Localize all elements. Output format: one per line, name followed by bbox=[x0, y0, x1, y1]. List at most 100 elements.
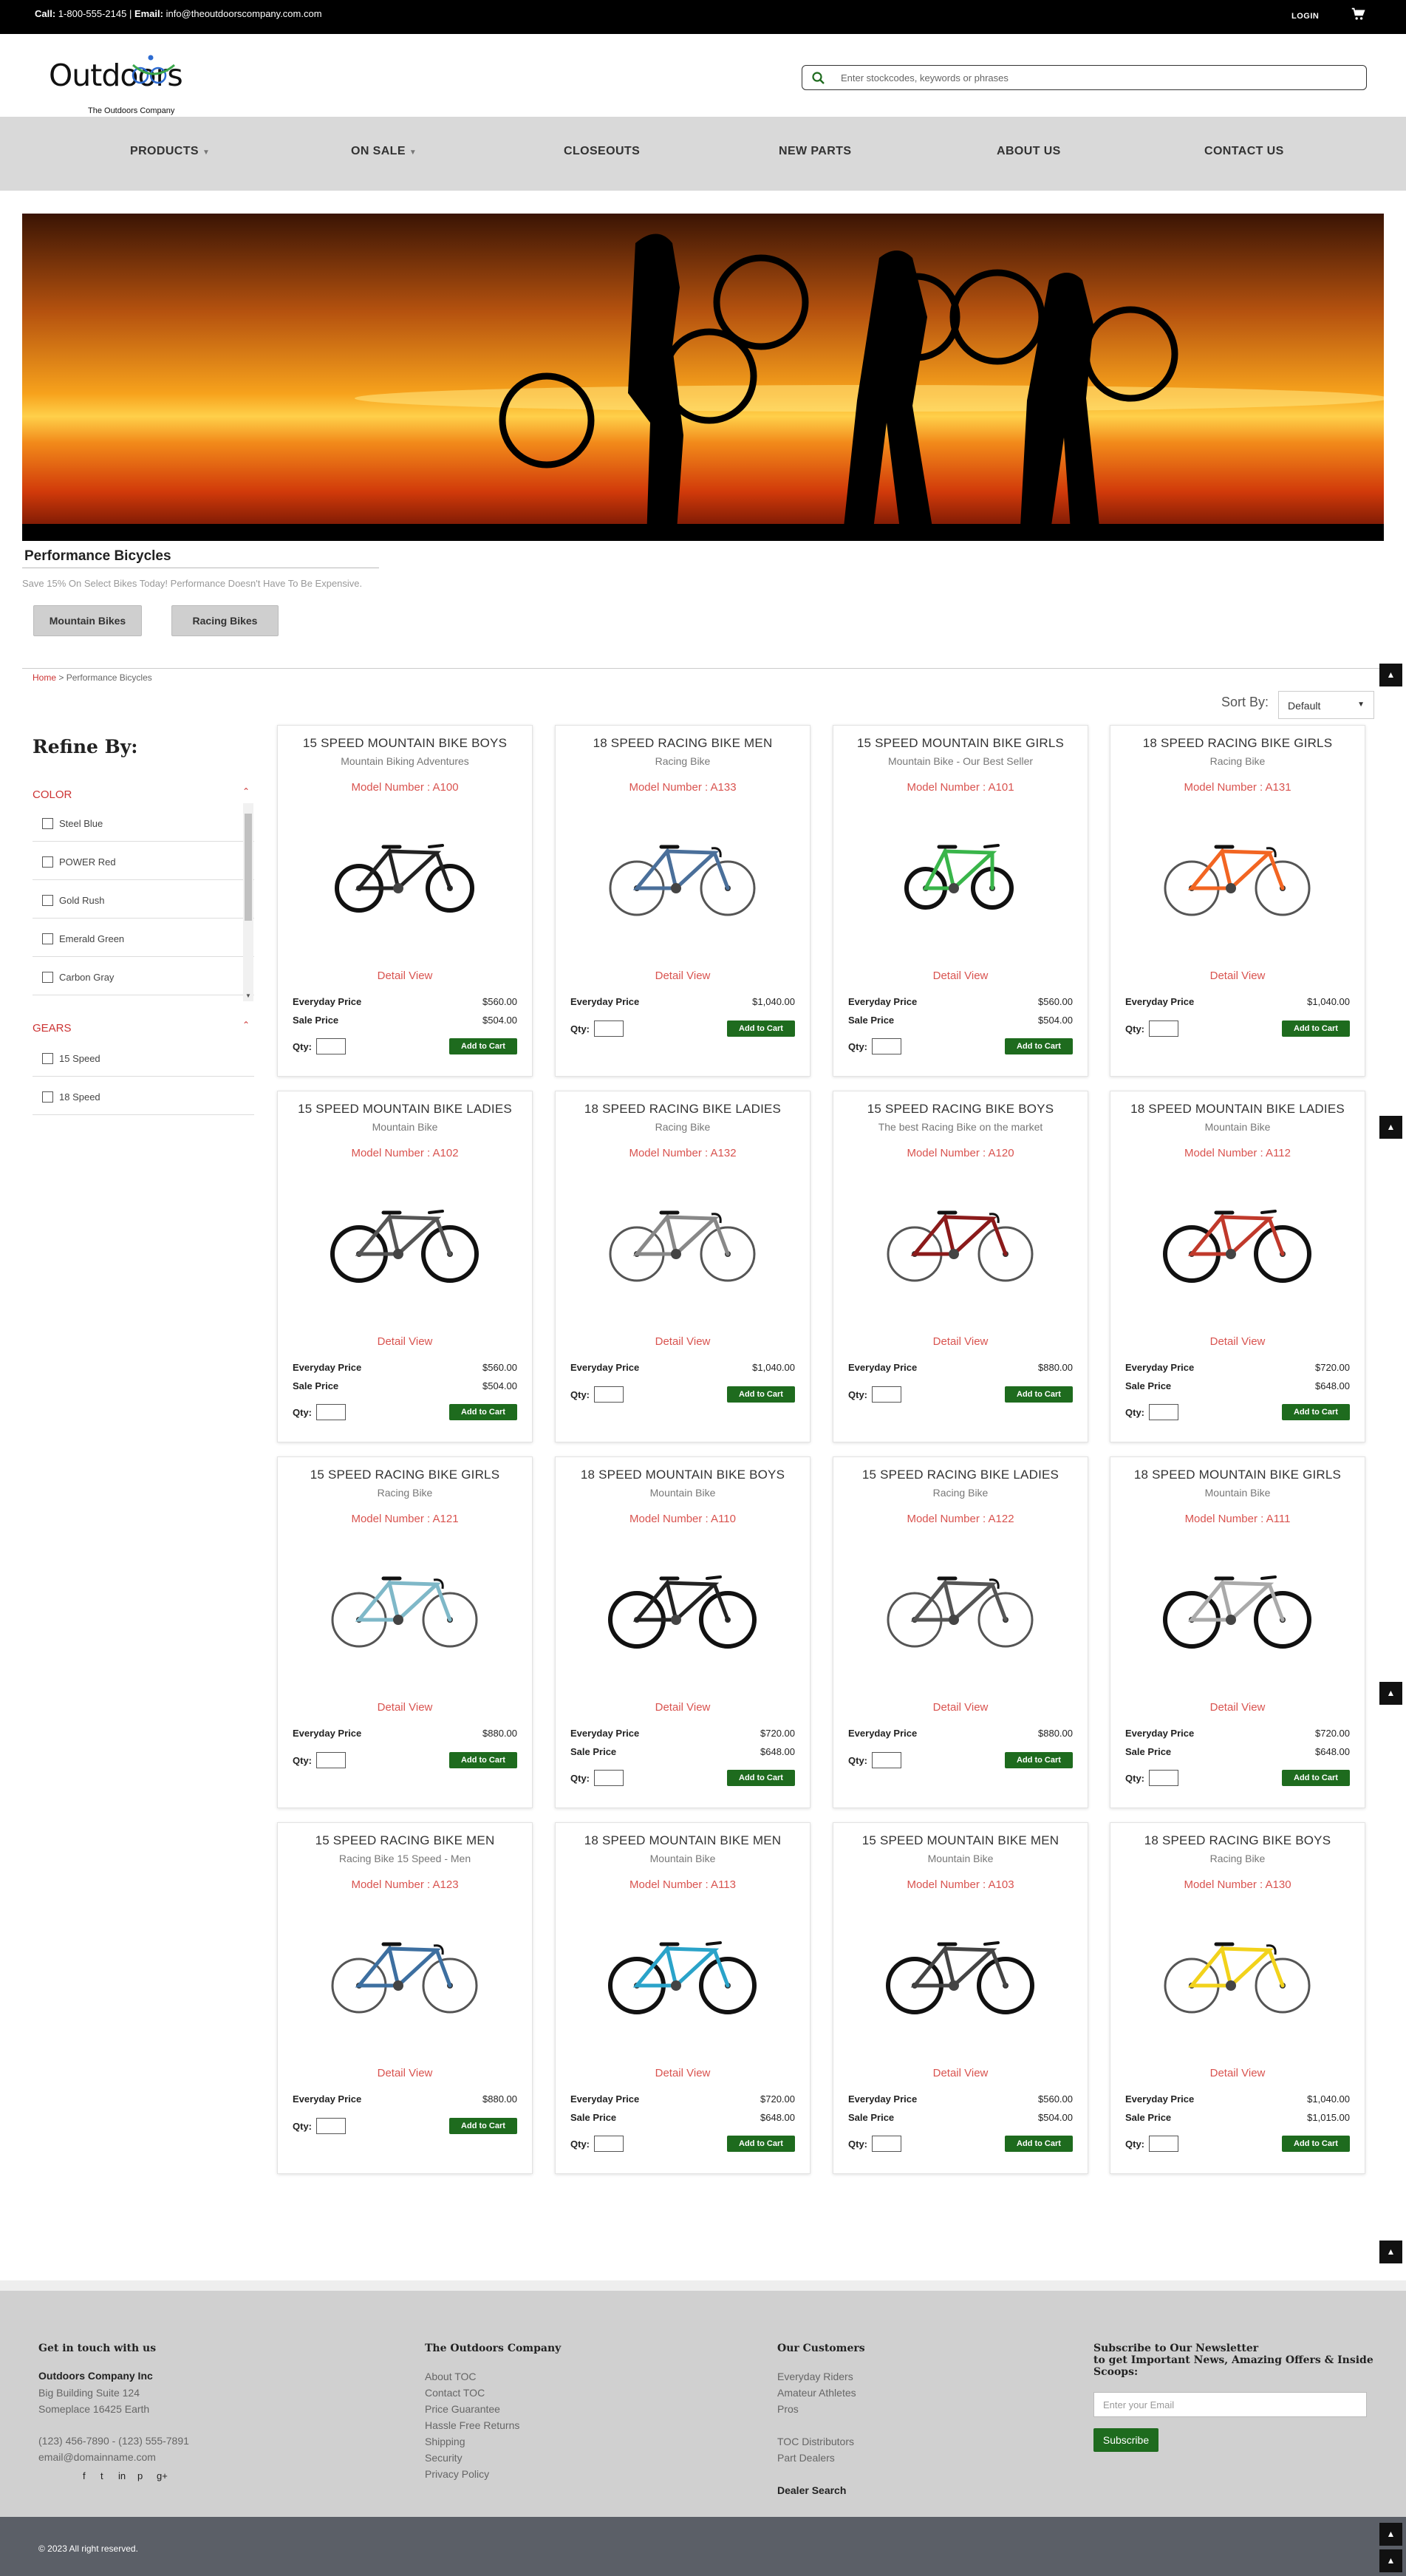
checkbox[interactable] bbox=[42, 1091, 53, 1103]
product-image[interactable] bbox=[604, 1919, 763, 2023]
filter-option[interactable]: 15 Speed bbox=[33, 1038, 254, 1077]
qty-input[interactable] bbox=[1149, 1020, 1178, 1037]
detail-view-link[interactable]: Detail View bbox=[833, 1701, 1088, 1714]
footer-link[interactable]: Contact TOC bbox=[425, 2385, 485, 2401]
product-name[interactable]: 15 SPEED MOUNTAIN BIKE BOYS bbox=[278, 736, 532, 751]
product-name[interactable]: 15 SPEED MOUNTAIN BIKE MEN bbox=[833, 1833, 1088, 1848]
qty-input[interactable] bbox=[594, 1770, 624, 1786]
product-name[interactable]: 15 SPEED RACING BIKE GIRLS bbox=[278, 1468, 532, 1482]
add-to-cart-button[interactable]: Add to Cart bbox=[1282, 1404, 1350, 1420]
product-name[interactable]: 18 SPEED RACING BIKE LADIES bbox=[556, 1102, 810, 1117]
qty-input[interactable] bbox=[316, 2118, 346, 2134]
detail-view-link[interactable]: Detail View bbox=[278, 1335, 532, 1348]
checkbox[interactable] bbox=[42, 856, 53, 868]
category-button-mountain-bikes[interactable]: Mountain Bikes bbox=[33, 605, 142, 636]
product-card[interactable]: 15 SPEED RACING BIKE MEN Racing Bike 15 S… bbox=[277, 1822, 533, 2174]
footer-link[interactable]: Everyday Riders bbox=[777, 2368, 853, 2385]
add-to-cart-button[interactable]: Add to Cart bbox=[1282, 1020, 1350, 1037]
product-name[interactable]: 15 SPEED RACING BIKE LADIES bbox=[833, 1468, 1088, 1482]
add-to-cart-button[interactable]: Add to Cart bbox=[449, 1404, 517, 1420]
product-name[interactable]: 15 SPEED MOUNTAIN BIKE GIRLS bbox=[833, 736, 1088, 751]
cart-icon[interactable] bbox=[1350, 6, 1366, 22]
facebook-icon[interactable]: f bbox=[83, 2470, 86, 2481]
checkbox[interactable] bbox=[42, 972, 53, 983]
filter-option[interactable]: Steel Blue bbox=[33, 803, 254, 842]
add-to-cart-button[interactable]: Add to Cart bbox=[1005, 1038, 1073, 1054]
nav-about-us[interactable]: ABOUT US bbox=[997, 145, 1061, 158]
product-image[interactable] bbox=[326, 1553, 485, 1657]
product-image[interactable] bbox=[604, 1188, 763, 1291]
footer-link[interactable]: Security bbox=[425, 2450, 463, 2466]
product-card[interactable]: 18 SPEED MOUNTAIN BIKE LADIES Mountain Bi… bbox=[1110, 1091, 1365, 1442]
detail-view-link[interactable]: Detail View bbox=[1110, 2067, 1365, 2079]
product-card[interactable]: 18 SPEED RACING BIKE LADIES Racing Bike Mo… bbox=[555, 1091, 811, 1442]
qty-input[interactable] bbox=[316, 1752, 346, 1768]
product-image[interactable] bbox=[881, 1188, 1041, 1291]
back-to-top-button[interactable]: ▲ bbox=[1379, 2549, 1402, 2572]
detail-view-link[interactable]: Detail View bbox=[556, 1335, 810, 1348]
add-to-cart-button[interactable]: Add to Cart bbox=[727, 1386, 795, 1403]
checkbox[interactable] bbox=[42, 818, 53, 829]
add-to-cart-button[interactable]: Add to Cart bbox=[1005, 2136, 1073, 2152]
qty-input[interactable] bbox=[594, 1020, 624, 1037]
add-to-cart-button[interactable]: Add to Cart bbox=[727, 2136, 795, 2152]
filter-option[interactable]: POWER Red bbox=[33, 842, 254, 880]
product-image[interactable] bbox=[881, 1553, 1041, 1657]
facet-color[interactable]: COLOR bbox=[33, 788, 72, 801]
product-card[interactable]: 18 SPEED MOUNTAIN BIKE GIRLS Mountain Bik… bbox=[1110, 1456, 1365, 1808]
pinterest-icon[interactable]: p bbox=[137, 2470, 143, 2481]
facet-gears[interactable]: GEARS bbox=[33, 1022, 72, 1035]
back-to-top-button[interactable]: ▲ bbox=[1379, 1682, 1402, 1705]
product-name[interactable]: 18 SPEED MOUNTAIN BIKE BOYS bbox=[556, 1468, 810, 1482]
product-name[interactable]: 18 SPEED RACING BIKE BOYS bbox=[1110, 1833, 1365, 1848]
category-button-racing-bikes[interactable]: Racing Bikes bbox=[171, 605, 279, 636]
detail-view-link[interactable]: Detail View bbox=[1110, 1335, 1365, 1348]
add-to-cart-button[interactable]: Add to Cart bbox=[449, 1038, 517, 1054]
product-image[interactable] bbox=[1158, 822, 1318, 925]
add-to-cart-button[interactable]: Add to Cart bbox=[1005, 1386, 1073, 1403]
product-name[interactable]: 18 SPEED MOUNTAIN BIKE MEN bbox=[556, 1833, 810, 1848]
subscribe-button[interactable]: Subscribe bbox=[1093, 2428, 1158, 2452]
checkbox[interactable] bbox=[42, 933, 53, 944]
product-card[interactable]: 15 SPEED MOUNTAIN BIKE LADIES Mountain Bi… bbox=[277, 1091, 533, 1442]
add-to-cart-button[interactable]: Add to Cart bbox=[1282, 1770, 1350, 1786]
qty-input[interactable] bbox=[1149, 2136, 1178, 2152]
sort-select[interactable]: Default ▼ bbox=[1278, 691, 1374, 719]
product-name[interactable]: 18 SPEED MOUNTAIN BIKE GIRLS bbox=[1110, 1468, 1365, 1482]
login-link[interactable]: LOGIN bbox=[1291, 12, 1319, 21]
filter-scrollbar[interactable]: ▼ bbox=[243, 803, 253, 1001]
checkbox[interactable] bbox=[42, 895, 53, 906]
add-to-cart-button[interactable]: Add to Cart bbox=[1005, 1752, 1073, 1768]
product-image[interactable] bbox=[326, 1188, 485, 1291]
qty-input[interactable] bbox=[872, 1386, 901, 1403]
filter-option[interactable]: 18 Speed bbox=[33, 1077, 254, 1115]
product-image[interactable] bbox=[604, 1553, 763, 1657]
add-to-cart-button[interactable]: Add to Cart bbox=[1282, 2136, 1350, 2152]
google-plus-icon[interactable]: g+ bbox=[157, 2470, 168, 2481]
qty-input[interactable] bbox=[316, 1404, 346, 1420]
add-to-cart-button[interactable]: Add to Cart bbox=[449, 2118, 517, 2134]
filter-option[interactable]: Gold Rush bbox=[33, 880, 254, 919]
site-logo[interactable]: Outdoors The Outdoors Company bbox=[49, 50, 197, 115]
qty-input[interactable] bbox=[1149, 1770, 1178, 1786]
footer-link[interactable]: Price Guarantee bbox=[425, 2401, 500, 2417]
product-image[interactable] bbox=[326, 822, 485, 925]
product-card[interactable]: 15 SPEED MOUNTAIN BIKE GIRLS Mountain Bik… bbox=[833, 725, 1088, 1077]
nav-closeouts[interactable]: CLOSEOUTS bbox=[564, 145, 640, 158]
add-to-cart-button[interactable]: Add to Cart bbox=[449, 1752, 517, 1768]
twitter-icon[interactable]: t bbox=[100, 2470, 103, 2481]
product-image[interactable] bbox=[1158, 1553, 1318, 1657]
qty-input[interactable] bbox=[872, 1752, 901, 1768]
qty-input[interactable] bbox=[594, 2136, 624, 2152]
footer-link[interactable]: Part Dealers bbox=[777, 2450, 835, 2466]
dealer-search-link[interactable]: Dealer Search bbox=[777, 2484, 846, 2496]
qty-input[interactable] bbox=[316, 1038, 346, 1054]
product-image[interactable] bbox=[604, 822, 763, 925]
footer-link[interactable]: TOC Distributors bbox=[777, 2433, 854, 2450]
product-image[interactable] bbox=[881, 1919, 1041, 2023]
footer-link[interactable]: About TOC bbox=[425, 2368, 477, 2385]
product-name[interactable]: 15 SPEED RACING BIKE MEN bbox=[278, 1833, 532, 1848]
product-name[interactable]: 18 SPEED RACING BIKE GIRLS bbox=[1110, 736, 1365, 751]
product-card[interactable]: 18 SPEED RACING BIKE BOYS Racing Bike Mode… bbox=[1110, 1822, 1365, 2174]
product-name[interactable]: 18 SPEED RACING BIKE MEN bbox=[556, 736, 810, 751]
